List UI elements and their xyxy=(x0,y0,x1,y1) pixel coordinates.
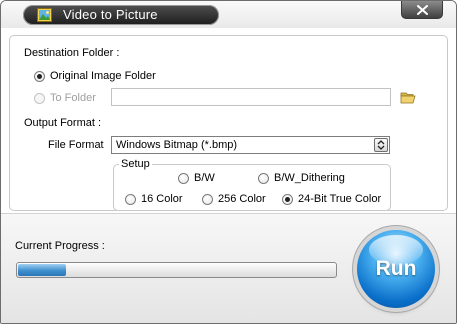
bw-label[interactable]: B/W xyxy=(194,172,215,185)
file-format-label: File Format xyxy=(48,139,104,151)
16-color-label[interactable]: 16 Color xyxy=(141,193,183,206)
close-button[interactable] xyxy=(401,1,443,19)
24-bit-color-label[interactable]: 24-Bit True Color xyxy=(298,193,381,206)
to-folder-input[interactable] xyxy=(111,88,391,106)
24-bit-color-radio[interactable] xyxy=(282,194,293,205)
file-format-dropdown-button[interactable] xyxy=(374,138,388,152)
run-button[interactable]: Run xyxy=(357,230,435,308)
original-folder-radio[interactable] xyxy=(34,71,45,82)
setup-legend: Setup xyxy=(119,158,152,171)
original-folder-label[interactable]: Original Image Folder xyxy=(50,70,156,83)
bw-dithering-radio[interactable] xyxy=(258,173,269,184)
window-title: Video to Picture xyxy=(63,7,158,22)
256-color-radio[interactable] xyxy=(202,194,213,205)
folder-open-icon[interactable] xyxy=(400,91,416,104)
progress-bar xyxy=(16,262,337,278)
progress-label: Current Progress : xyxy=(15,240,105,252)
title-pill: Video to Picture xyxy=(23,5,219,25)
chevron-down-icon xyxy=(377,140,385,150)
file-format-select[interactable]: Windows Bitmap (*.bmp) xyxy=(111,136,390,154)
app-window: Video to Picture Destination Folder : Or… xyxy=(0,0,457,324)
destination-heading: Destination Folder : xyxy=(24,47,120,59)
bw-radio[interactable] xyxy=(178,173,189,184)
title-bar[interactable]: Video to Picture xyxy=(1,1,456,28)
file-format-value: Windows Bitmap (*.bmp) xyxy=(116,139,238,151)
256-color-label[interactable]: 256 Color xyxy=(218,193,266,206)
close-x-icon xyxy=(417,5,428,15)
to-folder-label[interactable]: To Folder xyxy=(50,92,96,105)
app-picture-icon xyxy=(37,8,52,22)
bw-dithering-label[interactable]: B/W_Dithering xyxy=(274,172,345,185)
16-color-radio[interactable] xyxy=(125,194,136,205)
progress-fill xyxy=(18,264,66,276)
run-button-label: Run xyxy=(375,257,417,280)
output-format-heading: Output Format : xyxy=(24,117,102,129)
to-folder-radio[interactable] xyxy=(34,93,45,104)
